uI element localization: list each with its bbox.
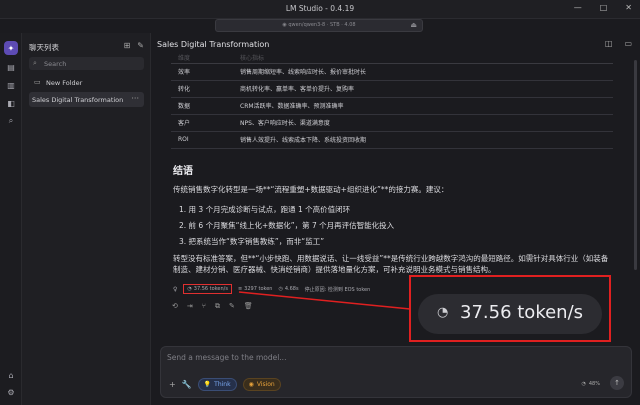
table-row: 转化 商机转化率、赢单率、客单价提升、复购率 (171, 80, 613, 98)
sidebar-item-label: Sales Digital Transformation (32, 96, 124, 104)
table-cell: 效率 (171, 63, 233, 81)
gauge-icon: ◔ (437, 305, 449, 320)
edit-icon[interactable]: ✎ (229, 302, 235, 311)
window-controls: — □ ✕ (574, 3, 632, 12)
table-cell: 转化 (171, 80, 233, 98)
closing-paragraph: 转型没有标准答案，但**“小步快跑、用数据说话、让一线受益”**是传统行业跨越数… (173, 254, 609, 274)
token-icon: ≡ (237, 286, 243, 292)
scrollbar[interactable] (634, 60, 637, 270)
context-percent: 48% (588, 381, 600, 387)
regenerate-icon[interactable]: ⟲ (172, 302, 178, 311)
table-header-row: 维度 核心指标 (171, 53, 613, 64)
message-composer[interactable]: Send a message to the model... + 🔧 💡 Thi… (160, 346, 632, 398)
title-bar: LM Studio - 0.4.19 — □ ✕ (0, 0, 640, 19)
token-count-value: 3297 token (244, 286, 273, 292)
header-actions: ◫ ▭ (605, 39, 632, 48)
context-ring-icon: ◔ (581, 381, 586, 387)
message-input-placeholder[interactable]: Send a message to the model... (167, 353, 286, 362)
model-selector[interactable]: ◉ qwen/qwen3-8 · STB · 4.08 ⏏ (215, 19, 423, 32)
list-item: 1. 用 3 个月完成诊断与试点，跑通 1 个高价值闭环 (179, 205, 351, 214)
chat-sidebar: 聊天列表 ⊞ ✎ ⌕ Search ▭ New Folder Sales Dig… (22, 33, 151, 405)
generation-stats: ♀ ◔ 37.56 token/s ≡ 3297 token ◷ 4.68s 停… (173, 283, 370, 295)
lightbulb-icon: ♀ (173, 285, 178, 293)
vision-toggle[interactable]: ◉ Vision (242, 378, 281, 391)
table-cell: 商机转化率、赢单率、客单价提升、复购率 (233, 80, 613, 98)
new-folder-icon[interactable]: ⊞ (124, 41, 131, 50)
search-icon: ⌕ (33, 59, 37, 67)
folder-icon: ▭ (34, 78, 41, 86)
add-attachment-icon[interactable]: + (169, 380, 176, 389)
think-toggle[interactable]: 💡 Think (197, 378, 237, 391)
context-usage[interactable]: ◔ 48% (582, 381, 601, 387)
new-chat-icon[interactable]: ✎ (137, 41, 144, 50)
intro-paragraph: 传统销售数字化转型是一场**“流程重塑+数据驱动+组织进化”**的接力赛。建议： (173, 185, 449, 194)
clock-icon: ◷ (278, 286, 283, 292)
sidebar-header: 聊天列表 (29, 43, 59, 52)
minimize-button[interactable]: — (574, 3, 582, 12)
sidebar-header-actions: ⊞ ✎ (124, 41, 144, 50)
stop-reason: 停止原因: 检测到 EOS token (304, 286, 371, 293)
send-button[interactable]: ↑ (610, 376, 624, 390)
close-button[interactable]: ✕ (625, 3, 632, 12)
sidebar-item-label: New Folder (46, 79, 83, 87)
chat-header: Sales Digital Transformation ◫ ▭ (152, 33, 640, 55)
icon-rail: ✦ ▤ ▥ ◧ ⌕ ⌂ ⚙ (0, 33, 22, 405)
delete-icon[interactable]: 🗑 (244, 302, 253, 311)
token-count-stat: ≡ 3297 token (238, 286, 273, 292)
callout-speed-pill: ◔ 37.56 token/s (418, 294, 602, 334)
list-item: 2. 前 6 个月聚焦“线上化+数据化”，第 7 个月再评估智能化投入 (179, 221, 395, 230)
model-selector-label: ◉ qwen/qwen3-8 · STB · 4.08 (282, 22, 356, 28)
list-item: 3. 把系统当作“数字销售教练”，而非“监工” (179, 237, 325, 246)
metrics-table: 维度 核心指标 效率 销售周期缩短率、线索响应时长、报价审批时长 转化 商机转化… (171, 53, 613, 149)
table-row: 效率 销售周期缩短率、线索响应时长、报价审批时长 (171, 63, 613, 81)
settings-gear-icon[interactable]: ⚙ (4, 385, 18, 399)
table-cell: 销售人效提升、线索成本下降、系统投资回收期 (233, 131, 613, 149)
more-options-icon[interactable]: ··· (131, 94, 139, 103)
terminal-icon[interactable]: ▤ (4, 60, 18, 74)
window-title: LM Studio - 0.4.19 (285, 4, 355, 13)
search-input[interactable]: ⌕ Search (29, 57, 144, 70)
think-label: Think (214, 381, 231, 388)
table-cell: CRM活跃率、数据准确率、预测准确率 (233, 97, 613, 115)
search-icon[interactable]: ⌕ (4, 114, 18, 128)
composer-tools: + 🔧 💡 Think ◉ Vision (169, 378, 281, 391)
table-cell: 数据 (171, 97, 233, 115)
speed-stat: ◔ 37.56 token/s (183, 284, 232, 294)
table-header-cell: 核心指标 (233, 53, 613, 64)
panel-toggle-icon[interactable]: ▭ (624, 39, 632, 48)
sidebar-item-new-folder[interactable]: ▭ New Folder (29, 75, 144, 90)
message-actions: ⟲ ⇥ ⑂ ⧉ ✎ 🗑 (172, 302, 253, 311)
branch-icon[interactable]: ⑂ (202, 302, 206, 311)
speed-value: 37.56 token/s (193, 286, 228, 292)
table-cell: ROI (171, 131, 233, 149)
time-stat: ◷ 4.68s (278, 286, 298, 292)
copy-icon[interactable]: ⧉ (215, 302, 220, 311)
models-icon[interactable]: ◧ (4, 96, 18, 110)
developer-icon[interactable]: ⌂ (4, 368, 18, 382)
table-cell: 客户 (171, 114, 233, 132)
tools-wrench-icon[interactable]: 🔧 (182, 380, 192, 389)
table-row: 数据 CRM活跃率、数据准确率、预测准确率 (171, 97, 613, 115)
eye-icon: ◉ (248, 381, 254, 388)
eject-icon[interactable]: ⏏ (410, 21, 417, 29)
table-header-cell: 维度 (171, 53, 233, 64)
folder-icon[interactable]: ▥ (4, 78, 18, 92)
callout-speed-value: 37.56 token/s (460, 302, 584, 323)
continue-icon[interactable]: ⇥ (187, 302, 193, 311)
bulb-icon: 💡 (203, 381, 212, 388)
table-row: 客户 NPS、客户响应时长、渠道满意度 (171, 114, 613, 132)
lmstudio-logo-icon[interactable]: ✦ (4, 41, 18, 55)
chat-title[interactable]: Sales Digital Transformation (157, 40, 269, 49)
table-cell: NPS、客户响应时长、渠道满意度 (233, 114, 613, 132)
section-heading: 结语 (173, 166, 193, 177)
table-cell: 销售周期缩短率、线索响应时长、报价审批时长 (233, 63, 613, 81)
split-view-icon[interactable]: ◫ (605, 39, 613, 48)
time-value: 4.68s (284, 286, 299, 292)
maximize-button[interactable]: □ (600, 3, 608, 12)
gauge-icon: ◔ (187, 286, 192, 292)
table-row: ROI 销售人效提升、线索成本下降、系统投资回收期 (171, 131, 613, 149)
sidebar-item-active-chat[interactable]: Sales Digital Transformation ··· (29, 92, 144, 107)
search-placeholder: Search (44, 60, 67, 68)
vision-label: Vision (256, 381, 275, 388)
